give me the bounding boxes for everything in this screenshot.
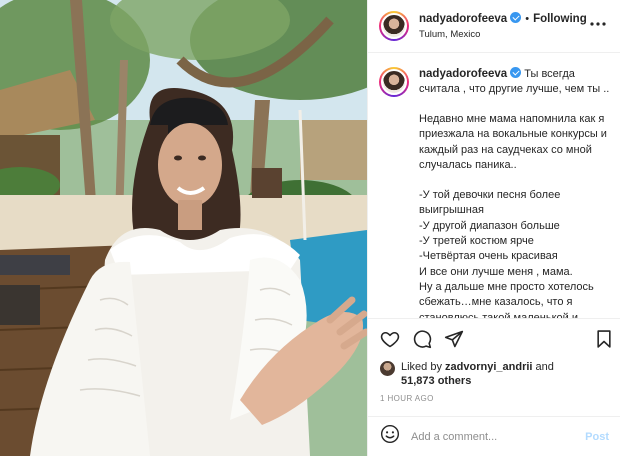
action-bar: [368, 318, 620, 358]
dot-separator: •: [525, 13, 530, 25]
post-location[interactable]: Tulum, Mexico: [419, 27, 587, 42]
heart-icon[interactable]: [380, 329, 400, 349]
author-avatar[interactable]: [379, 11, 409, 41]
post-header: nadyadorofeeva • Following Tulum, Mexico: [368, 0, 620, 53]
caption-line: И все они лучше меня , мама.: [419, 265, 573, 278]
liker-username[interactable]: zadvornyi_andrii: [445, 361, 532, 373]
caption-line: Ну а дальше мне просто хотелось сбежать……: [419, 280, 594, 318]
more-options-icon[interactable]: [589, 18, 607, 32]
verified-badge-icon: [510, 12, 522, 23]
caption-line: -У третей костюм ярче: [419, 235, 534, 248]
photo-illustration: [0, 0, 367, 456]
likes-others-link[interactable]: 51,873 others: [401, 375, 471, 387]
comment-input[interactable]: Add a comment...: [411, 431, 585, 443]
caption-avatar[interactable]: [379, 67, 409, 97]
likes-prefix: Liked by: [401, 361, 442, 373]
caption-line: -У той девочки песня более выигрышная: [419, 189, 561, 217]
post-timestamp[interactable]: 1 HOUR AGO: [380, 394, 434, 403]
caption-header: nadyadorofeeva Ты всегда считала , что д…: [379, 67, 610, 97]
post-photo[interactable]: [0, 0, 367, 456]
caption-username[interactable]: nadyadorofeeva: [419, 68, 507, 80]
comment-bar: Add a comment... Post: [368, 416, 620, 456]
post-side-panel: nadyadorofeeva • Following Tulum, Mexico n…: [367, 0, 620, 456]
caption-body: Недавно мне мама напомнила как я приезжа…: [379, 97, 610, 318]
post-comment-button[interactable]: Post: [585, 431, 609, 443]
liker-avatar[interactable]: [380, 361, 395, 376]
caption-line: -Четвёртая очень красивая: [419, 250, 558, 263]
caption-line: -У другой диапазон больше: [419, 219, 560, 232]
caption-paragraph: Недавно мне мама напомнила как я приезжа…: [419, 113, 607, 171]
comment-icon[interactable]: [412, 329, 432, 349]
caption-scroll-area[interactable]: nadyadorofeeva Ты всегда считала , что д…: [368, 54, 620, 318]
verified-badge-icon: [510, 67, 522, 78]
likes-conjunction: and: [535, 361, 554, 373]
following-button[interactable]: Following: [533, 13, 587, 25]
share-icon[interactable]: [444, 329, 464, 349]
emoji-icon[interactable]: [380, 424, 400, 449]
author-username[interactable]: nadyadorofeeva: [419, 13, 507, 25]
bookmark-icon[interactable]: [594, 329, 614, 349]
likes-summary: Liked by zadvornyi_andrii and 51,873 oth…: [380, 360, 615, 388]
